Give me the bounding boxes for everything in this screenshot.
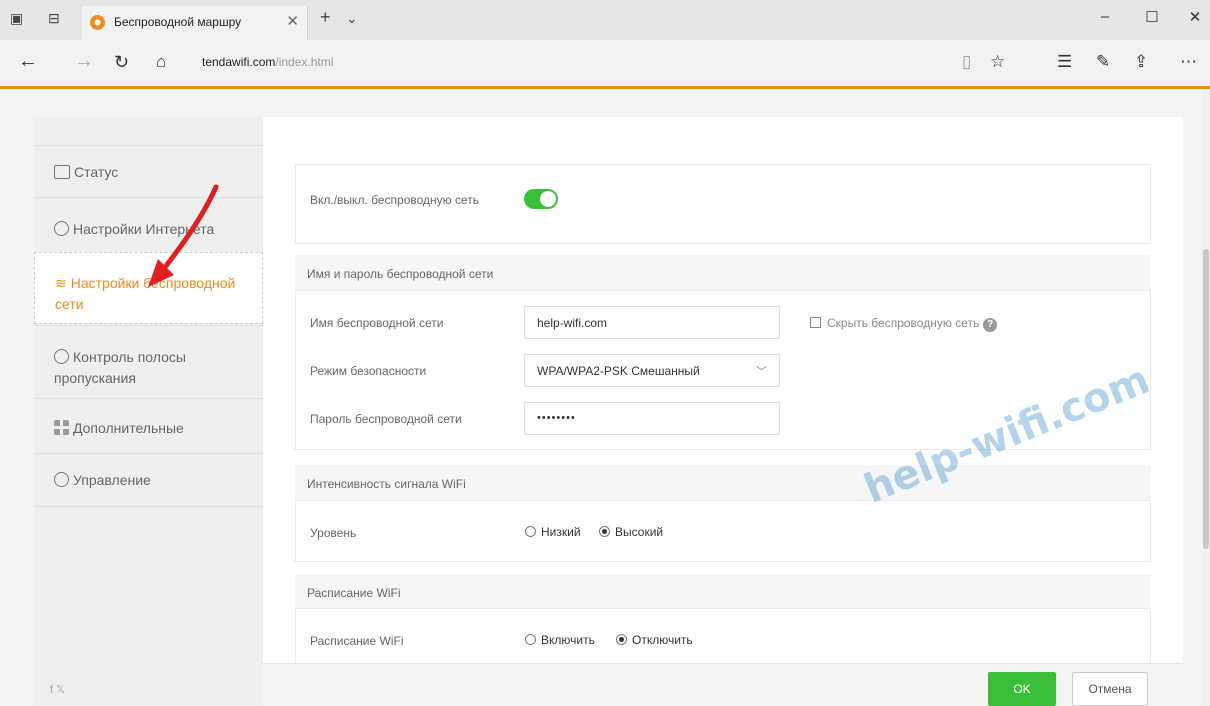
ok-button[interactable]: OK xyxy=(988,672,1056,706)
url-host: tendawifi.com xyxy=(202,55,276,69)
favorite-star-icon[interactable]: ☆ xyxy=(990,52,1005,72)
tab-title: Беспроводной маршру xyxy=(114,15,242,29)
hide-ssid-checkbox[interactable]: Скрыть беспроводную сеть? xyxy=(810,315,998,332)
sidebar-item-bandwidth[interactable]: Контроль полосы пропускания xyxy=(34,325,263,397)
maximize-button[interactable]: ☐ xyxy=(1137,8,1167,26)
back-arrow-icon[interactable]: ← xyxy=(18,50,38,73)
minimize-button[interactable]: – xyxy=(1090,8,1120,25)
gauge-icon xyxy=(54,349,69,364)
security-mode-value: WPA/WPA2-PSK Смешанный xyxy=(537,364,700,378)
sidebar-item-label: Настройки Интернета xyxy=(73,221,215,237)
tab-menu-icon[interactable]: ⌄ xyxy=(346,10,358,27)
signal-low-radio[interactable]: Низкий xyxy=(525,525,581,539)
schedule-panel: Расписание WiFi Включить Отключить xyxy=(295,608,1151,664)
more-menu-icon[interactable]: ⋯ xyxy=(1180,52,1197,72)
sidebar-item-wireless[interactable]: ≋ Настройки беспроводной сети xyxy=(34,252,263,324)
signal-high-label: Высокий xyxy=(615,525,664,539)
new-tab-button[interactable]: + xyxy=(320,7,331,28)
social-links[interactable]: f 𝕏 xyxy=(50,683,65,696)
signal-high-radio[interactable]: Высокий xyxy=(599,525,663,539)
home-icon[interactable]: ⌂ xyxy=(156,52,166,72)
forward-arrow-icon[interactable]: → xyxy=(74,50,94,73)
schedule-enable-radio[interactable]: Включить xyxy=(525,633,595,647)
browser-tab[interactable]: Беспроводной маршру ✕ xyxy=(82,6,308,40)
sidebar-item-label: Контроль полосы пропускания xyxy=(54,349,186,386)
gear-icon xyxy=(54,472,69,487)
sidebar-item-label: Управление xyxy=(73,472,151,488)
security-mode-label: Режим безопасности xyxy=(310,364,427,378)
signal-section-title: Интенсивность сигнала WiFi xyxy=(295,465,1151,505)
sidebar-item-status[interactable]: Статус xyxy=(34,145,263,197)
scrollbar[interactable] xyxy=(1202,89,1210,706)
address-bar: ← → ↻ ⌂ tendawifi.com/index.html ▯ ☆ ☰ ✎… xyxy=(0,40,1210,86)
wireless-toggle[interactable] xyxy=(524,189,558,209)
url-path: /index.html xyxy=(275,55,334,69)
tenda-favicon-icon xyxy=(90,15,105,30)
ssid-name-input[interactable]: help-wifi.com xyxy=(524,306,780,339)
browser-tabbar: ▣ ⊟ Беспроводной маршру ✕ + ⌄ – ☐ ✕ xyxy=(0,0,1210,40)
schedule-enable-label: Включить xyxy=(541,633,595,647)
tab-actions-icon[interactable]: ▣ xyxy=(10,10,23,27)
sidebar-item-label: Статус xyxy=(74,164,119,180)
url-input[interactable]: tendawifi.com/index.html xyxy=(202,55,333,69)
ssid-name-label: Имя беспроводной сети xyxy=(310,316,444,330)
radio-icon xyxy=(525,526,536,537)
notes-pen-icon[interactable]: ✎ xyxy=(1096,52,1110,72)
sidebar-item-internet[interactable]: Настройки Интернета xyxy=(34,197,263,251)
sidebar-item-label: Настройки беспроводной сети xyxy=(55,275,236,312)
radio-checked-icon xyxy=(599,526,610,537)
sidebar-item-management[interactable]: Управление xyxy=(34,453,263,507)
radio-checked-icon xyxy=(616,634,627,645)
checkbox-icon xyxy=(810,317,821,328)
cancel-button[interactable]: Отмена xyxy=(1072,672,1148,706)
ssid-section-title: Имя и пароль беспроводной сети xyxy=(295,255,1151,295)
schedule-label: Расписание WiFi xyxy=(310,634,404,648)
close-tab-icon[interactable]: ✕ xyxy=(286,12,299,30)
schedule-disable-label: Отключить xyxy=(632,633,693,647)
wireless-toggle-label: Вкл./выкл. беспроводную сеть xyxy=(310,193,480,207)
status-icon xyxy=(54,165,70,179)
signal-level-label: Уровень xyxy=(310,526,357,540)
help-icon[interactable]: ? xyxy=(983,318,998,332)
refresh-icon[interactable]: ↻ xyxy=(114,52,129,73)
back-tabs-icon[interactable]: ⊟ xyxy=(48,10,60,27)
schedule-disable-radio[interactable]: Отключить xyxy=(616,633,693,647)
hide-ssid-label: Скрыть беспроводную сеть xyxy=(827,316,980,330)
reading-view-icon[interactable]: ▯ xyxy=(962,52,971,72)
signal-low-label: Низкий xyxy=(541,525,581,539)
sidebar-item-label: Дополнительные xyxy=(73,420,184,436)
share-icon[interactable]: ⇪ xyxy=(1134,52,1148,72)
radio-icon xyxy=(525,634,536,645)
grid-icon xyxy=(54,420,69,435)
password-input[interactable]: •••••••• xyxy=(524,402,780,435)
security-mode-select[interactable]: WPA/WPA2-PSK Смешанный ﹀ xyxy=(524,354,780,387)
scrollbar-thumb[interactable] xyxy=(1203,249,1209,549)
password-label: Пароль беспроводной сети xyxy=(310,412,462,426)
signal-panel: Уровень Низкий Высокий xyxy=(295,500,1151,562)
chevron-down-icon: ﹀ xyxy=(756,366,767,378)
sidebar-item-advanced[interactable]: Дополнительные xyxy=(34,398,263,452)
favorites-hub-icon[interactable]: ☰ xyxy=(1057,52,1072,72)
close-window-button[interactable]: ✕ xyxy=(1180,8,1210,26)
wifi-icon: ≋ xyxy=(55,275,67,291)
globe-icon xyxy=(54,221,69,236)
wireless-toggle-panel: Вкл./выкл. беспроводную сеть xyxy=(295,164,1151,244)
